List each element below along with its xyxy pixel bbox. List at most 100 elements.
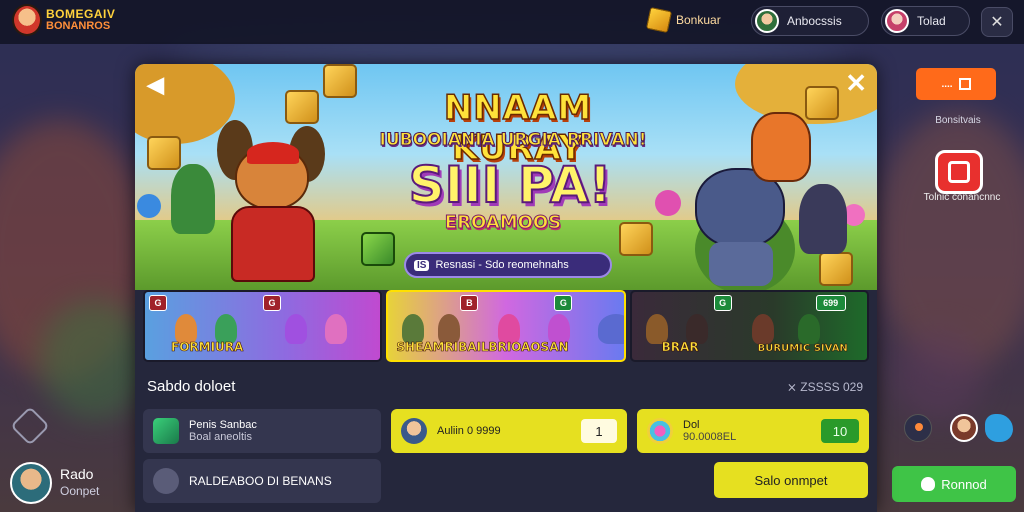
green-button-label: Ronnod	[941, 476, 987, 492]
gold-cube	[819, 252, 853, 286]
quantity-field[interactable]: 1	[581, 419, 617, 443]
logo-line1: BOMEGAIV	[46, 7, 116, 21]
tile-badge: G	[554, 295, 573, 311]
reward-row[interactable]: RALDEABOO DI BENANS	[143, 459, 381, 503]
row-title: Penis Sanbac	[189, 419, 257, 431]
row-title: RALDEABOO DI BENANS	[189, 474, 332, 488]
row-subtitle: Boal aneoltis	[189, 431, 252, 443]
info-icon: IS	[414, 259, 430, 271]
banner-tagline: EROAMOOS	[444, 212, 562, 234]
purple-orb	[655, 190, 681, 216]
arrow-left-icon: ◀	[147, 72, 164, 97]
row-title: Dol	[683, 419, 700, 431]
game-tiles: G G FORMIURA B G 699 SHEAMRIBAIL BRIOAOS…	[143, 290, 869, 362]
back-button[interactable]: ◀	[147, 72, 164, 98]
tile-badge: 699	[815, 295, 846, 311]
shark-character	[695, 168, 785, 286]
banner-pill-text: Resnasi - Sdo reomehnahs	[435, 259, 569, 271]
event-modal: ◀ ✕ NNAAM KURAY IUBOOIANIA URGIA RRIVAN!…	[135, 64, 877, 512]
user-name: Anbocssis	[787, 14, 842, 28]
tile-label: BRIOAOSAN	[488, 340, 569, 355]
tile-badge: G	[149, 295, 167, 311]
fox-character	[751, 112, 811, 182]
gem-icon	[153, 418, 179, 444]
gold-cube	[285, 90, 319, 124]
character-figure	[325, 314, 347, 344]
gold-cube	[361, 232, 395, 266]
pirate-character	[799, 184, 847, 254]
green-action-button[interactable]: Ronnod	[892, 466, 1016, 502]
coin-label: Bonkuar	[676, 13, 721, 27]
quantity-row[interactable]: Auliin 0 9999 1	[391, 409, 627, 453]
avatar	[401, 418, 427, 444]
character-figure	[598, 314, 624, 344]
tile-label: SHEAMRIBAIL	[396, 340, 489, 355]
water-drop-icon[interactable]	[985, 414, 1013, 442]
banner-info-pill[interactable]: IS Resnasi - Sdo reomehnahs	[404, 252, 612, 278]
reward-row[interactable]: Penis Sanbac Boal aneoltis	[143, 409, 381, 453]
tile-label: FORMIURA	[171, 340, 244, 355]
reward-badge-label: Tolnic conancnnc	[923, 192, 1001, 203]
section-title: Sabdo doloet	[147, 378, 236, 395]
mascot-icon	[12, 4, 42, 36]
candy-icon	[647, 418, 673, 444]
hero-character	[171, 164, 215, 234]
tile-badge: 699	[624, 295, 625, 311]
settings-button[interactable]: ✕	[981, 7, 1013, 37]
tile-badge: G	[713, 295, 732, 311]
friend-profile-pill[interactable]: Tolad	[881, 6, 970, 36]
user-profile-pill[interactable]: Anbocssis	[751, 6, 869, 36]
orange-action-button[interactable]: ....	[916, 68, 996, 100]
friend-avatar-icon[interactable]	[950, 414, 978, 442]
logo-wordmark: BOMEGAIV BONANROS	[46, 8, 115, 32]
character-figure	[285, 314, 307, 344]
box-icon	[958, 78, 971, 90]
right-caption: Bonsitvais	[935, 115, 981, 126]
game-tile[interactable]: G 699 BRAR BURUMIC SIVAN	[629, 290, 869, 362]
badge-icon	[948, 161, 970, 183]
character-figure	[751, 314, 774, 344]
quantity-field[interactable]: 10	[821, 419, 859, 443]
close-button[interactable]: ✕	[845, 68, 867, 99]
wrench-icon: ✕	[990, 14, 1004, 31]
section-meta: ⨯ ZSSSS 029	[786, 380, 863, 394]
app-logo[interactable]: BOMEGAIV BONANROS	[12, 4, 115, 36]
row-label: Auliin 0 9999	[437, 425, 501, 437]
character-figure	[797, 314, 820, 344]
shield-icon	[153, 468, 179, 494]
mascot-cap	[247, 142, 299, 164]
game-tile[interactable]: G G FORMIURA	[143, 290, 383, 362]
tile-label: BRAR	[661, 340, 699, 355]
banner-headline: SIII PA!	[408, 155, 613, 215]
background-bush	[40, 300, 150, 420]
player-profile[interactable]: Rado Oonpet	[10, 462, 99, 504]
gold-cube	[805, 86, 839, 120]
play-icon	[921, 477, 936, 491]
diamond-menu-icon[interactable]	[10, 406, 50, 446]
avatar	[885, 9, 909, 33]
quantity-row[interactable]: Dol 90.0008EL 10	[637, 409, 869, 453]
orange-button-label: ....	[941, 78, 953, 90]
confirm-button[interactable]: Salo onmpet	[714, 462, 868, 498]
row-subtitle: 90.0008EL	[683, 431, 737, 443]
tile-badge: G	[263, 295, 281, 311]
coin-icon	[645, 6, 673, 34]
reward-badge-button[interactable]	[935, 150, 983, 194]
event-banner: ◀ ✕ NNAAM KURAY IUBOOIANIA URGIA RRIVAN!…	[135, 64, 877, 290]
coin-balance[interactable]: Bonkuar	[645, 6, 721, 34]
friend-name: Tolad	[917, 14, 946, 28]
background-tree	[894, 330, 984, 420]
shark-body	[709, 242, 773, 286]
close-icon: ✕	[845, 68, 867, 98]
avatar	[10, 462, 52, 504]
mascot-body	[231, 206, 315, 282]
top-bar: BOMEGAIV BONANROS Bonkuar Anbocssis Tola…	[0, 0, 1024, 44]
mascot-character	[217, 120, 327, 282]
player-status: Oonpet	[60, 484, 100, 498]
logo-line2: BONANROS	[46, 20, 111, 32]
tile-badge: B	[460, 295, 479, 311]
location-icon[interactable]	[904, 414, 932, 442]
avatar	[755, 9, 779, 33]
game-tile-selected[interactable]: B G 699 SHEAMRIBAIL BRIOAOSAN	[386, 290, 626, 362]
tile-label: BURUMIC SIVAN	[757, 343, 848, 355]
